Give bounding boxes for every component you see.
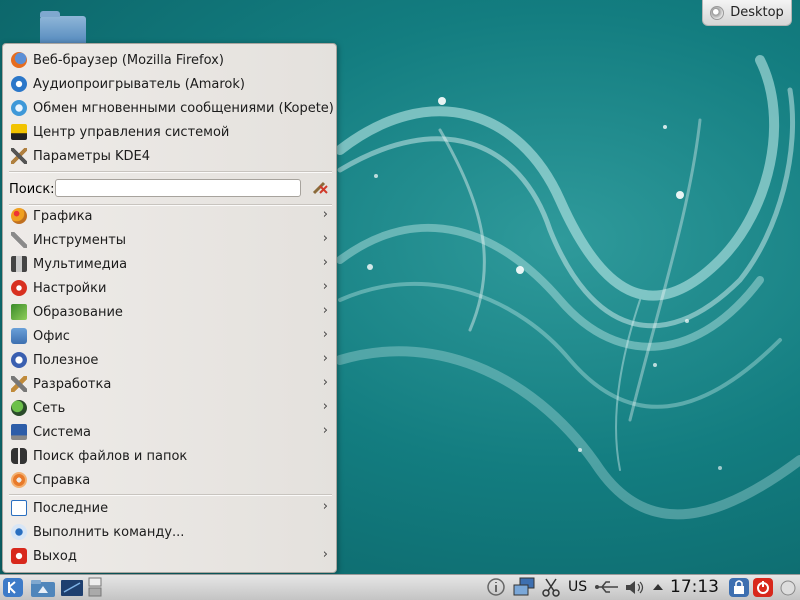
taskbar-panel: US 17:13 [0,574,800,600]
desktop-button-label: Desktop [730,5,784,20]
menu-item-label: Образование [33,304,123,320]
menu-item-amarok[interactable]: Аудиопроигрыватель (Amarok) [5,72,334,96]
menu-item-control-center[interactable]: Центр управления системой [5,120,334,144]
menu-item-label: Офис [33,328,70,344]
menu-item-label: Справка [33,472,91,488]
chevron-right-icon: › [322,399,328,414]
menu-item-label: Обмен мгновенными сообщениями (Kopete) [33,100,334,116]
settings-icon [11,280,27,296]
menu-category-graphics[interactable]: Графика › [5,204,334,228]
kde-menu-button-icon[interactable] [2,577,24,598]
desktop-folder-icon[interactable] [40,11,86,46]
menu-item-kopete[interactable]: Обмен мгновенными сообщениями (Kopete) [5,96,334,120]
menu-item-find-files[interactable]: Поиск файлов и папок [5,444,334,468]
chevron-right-icon: › [322,207,328,222]
logout-power-icon[interactable] [752,577,774,598]
menu-item-label: Разработка [33,376,112,392]
control-center-icon [11,124,27,140]
menu-item-label: Полезное [33,352,99,368]
search-label: Поиск: [9,181,55,197]
menu-category-office[interactable]: Офис › [5,324,334,348]
menu-category-tools[interactable]: Инструменты › [5,228,334,252]
binoculars-icon [11,448,27,464]
usb-devices-icon[interactable] [594,577,620,598]
tools-icon [11,148,27,164]
chevron-right-icon: › [322,375,328,390]
menu-item-label: Сеть [33,400,66,416]
menu-item-label: Поиск файлов и папок [33,448,188,464]
exit-icon [11,548,27,564]
menu-category-settings[interactable]: Настройки › [5,276,334,300]
run-command-icon [11,524,27,540]
menu-item-label: Инструменты [33,232,127,248]
menu-item-run-command[interactable]: Выполнить команду... [5,520,334,544]
menu-search-row: Поиск: [9,178,334,200]
menu-item-label: Настройки [33,280,107,296]
chevron-right-icon: › [322,351,328,366]
menu-category-development[interactable]: Разработка › [5,372,334,396]
menu-item-label: Центр управления системой [33,124,230,140]
search-input[interactable] [55,179,301,197]
chevron-right-icon: › [322,255,328,270]
expand-tray-arrow-icon[interactable] [652,577,664,598]
chevron-right-icon: › [322,499,328,514]
chevron-right-icon: › [322,303,328,318]
desktop-toolbox-button[interactable]: Desktop [702,0,792,26]
konsole-terminal-icon[interactable] [60,577,84,598]
menu-category-system[interactable]: Система › [5,420,334,444]
home-folder-icon[interactable] [30,577,56,598]
firefox-icon [11,52,27,68]
office-icon [11,328,27,344]
klipper-scissors-icon[interactable] [542,577,560,598]
menu-item-label: Параметры KDE4 [33,148,151,164]
panel-toolbox-cashew-icon[interactable] [778,577,798,598]
lock-screen-icon[interactable] [728,577,750,598]
amarok-icon [11,76,27,92]
menu-category-network[interactable]: Сеть › [5,396,334,420]
menu-item-exit[interactable]: Выход › [5,544,334,568]
multimedia-icon [11,256,27,272]
menu-item-recent[interactable]: Последние › [5,496,334,520]
volume-icon[interactable] [624,577,646,598]
menu-category-multimedia[interactable]: Мультимедиа › [5,252,334,276]
menu-item-label: Выход [33,548,77,564]
chevron-right-icon: › [322,231,328,246]
network-status-icon[interactable] [512,577,536,598]
education-icon [11,304,27,320]
menu-item-kde-settings[interactable]: Параметры KDE4 [5,144,334,168]
menu-item-label: Последние [33,500,109,516]
menu-item-label: Графика [33,208,93,224]
menu-item-label: Выполнить команду... [33,524,185,540]
chevron-right-icon: › [322,279,328,294]
digital-clock[interactable]: 17:13 [670,577,719,599]
menu-category-utilities[interactable]: Полезное › [5,348,334,372]
keyboard-layout-indicator[interactable]: US [568,579,587,595]
cashew-icon [710,5,725,20]
recent-icon [11,500,27,516]
development-icon [11,376,27,392]
menu-item-help[interactable]: Справка [5,468,334,492]
info-notifications-icon[interactable] [486,577,506,598]
menu-separator [9,171,332,173]
help-lifebuoy-icon [11,472,27,488]
chevron-right-icon: › [322,547,328,562]
application-launcher-menu: Веб-браузер (Mozilla Firefox) Аудиопроиг… [2,43,337,573]
menu-item-label: Мультимедиа [33,256,128,272]
chevron-right-icon: › [322,423,328,438]
menu-category-education[interactable]: Образование › [5,300,334,324]
chevron-right-icon: › [322,327,328,342]
system-icon [11,424,27,440]
utilities-icon [11,352,27,368]
pager-icon[interactable] [88,577,102,598]
clear-search-icon[interactable] [311,180,329,196]
menu-item-firefox[interactable]: Веб-браузер (Mozilla Firefox) [5,48,334,72]
menu-item-label: Веб-браузер (Mozilla Firefox) [33,52,224,68]
graphics-icon [11,208,27,224]
network-icon [11,400,27,416]
kopete-icon [11,100,27,116]
menu-item-label: Аудиопроигрыватель (Amarok) [33,76,245,92]
wrench-icon [11,232,27,248]
menu-item-label: Система [33,424,92,440]
